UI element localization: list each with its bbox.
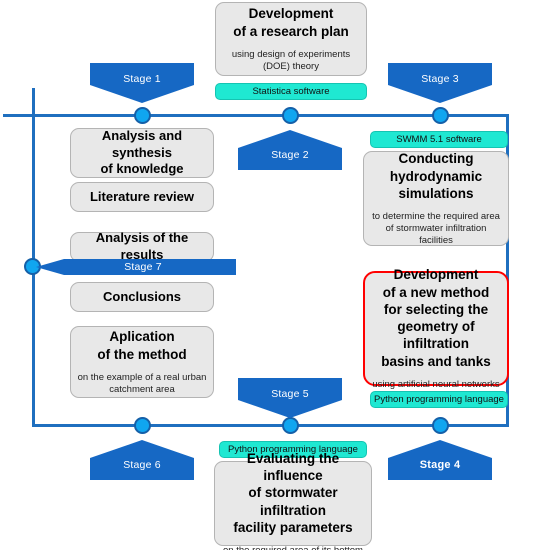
- box-evaluating-subtitle: on the required area of its bottom: [223, 545, 363, 550]
- box-new-method-title: Development of a new method for selectin…: [381, 267, 491, 369]
- tag-swmm-software: SWMM 5.1 software: [370, 131, 508, 148]
- diagram-canvas: Development of a research plan using des…: [0, 0, 533, 550]
- box-research-plan-subtitle: using design of experiments (DOE) theory: [231, 48, 351, 72]
- stage-banner-4: Stage 4: [388, 440, 492, 480]
- node-stage-3: [432, 107, 449, 124]
- node-stage-2: [282, 107, 299, 124]
- stage-banner-2: Stage 2: [238, 130, 342, 170]
- box-application-title: Aplication of the method: [97, 329, 187, 362]
- box-application-subtitle: on the example of a real urban catchment…: [77, 371, 207, 395]
- box-application: Aplication of the method on the example …: [70, 326, 214, 398]
- stage-banner-3: Stage 3: [388, 63, 492, 103]
- box-analysis-results: Analysis of the results: [70, 230, 214, 262]
- box-hydrodynamic-title: Conducting hydrodynamic simulations: [389, 151, 483, 201]
- node-stage-5: [282, 417, 299, 434]
- box-hydrodynamic-simulations: Conducting hydrodynamic simulations to d…: [363, 151, 509, 246]
- stage-banner-6: Stage 6: [90, 440, 194, 480]
- stage-banner-1: Stage 1: [90, 63, 194, 103]
- box-analysis-synthesis-title: Analysis and synthesis of knowledge: [100, 128, 184, 177]
- node-stage-1: [134, 107, 151, 124]
- box-analysis-results-title: Analysis of the results: [95, 230, 189, 262]
- node-stage-4: [432, 417, 449, 434]
- box-hydrodynamic-subtitle: to determine the required area of stormw…: [372, 211, 500, 246]
- box-conclusions-title: Conclusions: [102, 288, 181, 304]
- box-literature-review: Literature review: [70, 182, 214, 212]
- tag-python-right: Python programming language: [370, 391, 508, 408]
- box-new-method: Development of a new method for selectin…: [363, 267, 509, 390]
- box-literature-review-title: Literature review: [89, 188, 195, 204]
- box-evaluating-title: Evaluating the influence of stormwater i…: [233, 450, 353, 535]
- tag-statistica-software: Statistica software: [215, 83, 367, 100]
- box-conclusions: Conclusions: [70, 282, 214, 312]
- box-new-method-subtitle: using artificial neural networks: [372, 378, 500, 390]
- box-evaluating-influence: Evaluating the influence of stormwater i…: [214, 451, 372, 550]
- node-stage-6: [134, 417, 151, 434]
- box-research-plan: Development of a research plan using des…: [215, 2, 367, 76]
- box-research-plan-title: Development of a research plan: [233, 6, 349, 39]
- stage-banner-7: Stage 7: [36, 259, 236, 275]
- box-analysis-synthesis: Analysis and synthesis of knowledge: [70, 128, 214, 178]
- stage-banner-5: Stage 5: [238, 378, 342, 418]
